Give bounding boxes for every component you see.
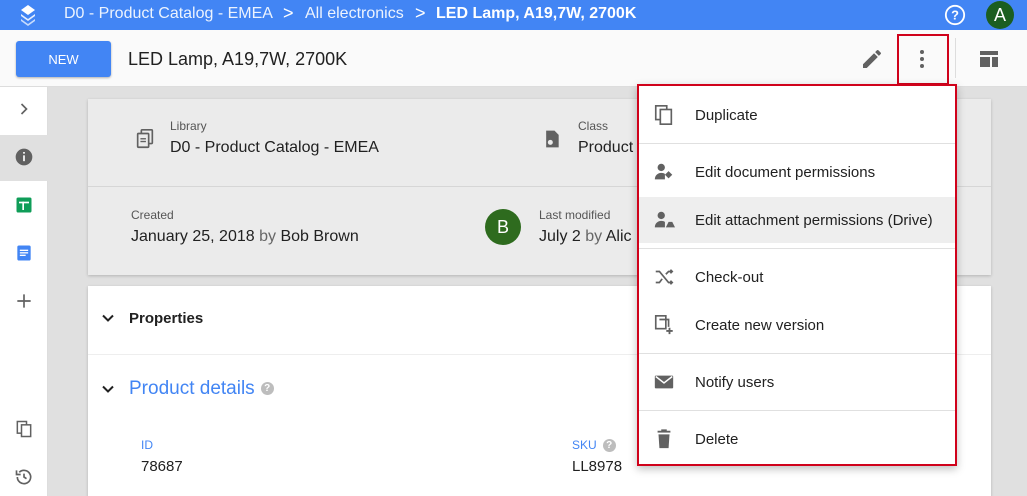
- class-value[interactable]: Product: [578, 139, 633, 157]
- toolbar: NEW LED Lamp, A19,7W, 2700K: [0, 30, 1027, 87]
- info-icon: [15, 148, 33, 166]
- sku-field-value: LL8978: [572, 458, 623, 475]
- edit-pencil-icon[interactable]: [860, 47, 884, 71]
- modified-label: Last modified: [539, 208, 611, 222]
- breadcrumb-separator: >: [283, 3, 294, 23]
- product-details-title[interactable]: Product details?: [129, 378, 274, 400]
- menu-item-edit-attachment-permissions[interactable]: Edit attachment permissions (Drive): [639, 197, 955, 243]
- history-icon: [15, 469, 32, 485]
- properties-title[interactable]: Properties: [129, 310, 203, 327]
- id-field-value: 78687: [141, 458, 183, 475]
- id-field-label: ID: [141, 438, 153, 452]
- rail-add[interactable]: [0, 279, 48, 325]
- menu-item-delete[interactable]: Delete: [639, 416, 955, 462]
- breadcrumb-library[interactable]: D0 - Product Catalog - EMEA: [64, 5, 273, 23]
- menu-divider: [639, 143, 955, 144]
- chevron-down-icon[interactable]: [98, 308, 118, 328]
- person-drive-icon: [654, 211, 675, 228]
- menu-item-check-out[interactable]: Check-out: [639, 254, 955, 300]
- new-button[interactable]: NEW: [16, 41, 111, 77]
- class-icon: [546, 130, 559, 148]
- more-actions-menu: Duplicate Edit document permissions Edit…: [637, 84, 957, 466]
- modifier-avatar: B: [485, 209, 521, 245]
- menu-divider: [639, 410, 955, 411]
- expand-rail-button[interactable]: [0, 87, 48, 133]
- breadcrumb-current: LED Lamp, A19,7W, 2700K: [436, 5, 637, 22]
- menu-item-duplicate[interactable]: Duplicate: [639, 92, 955, 138]
- library-label: Library: [170, 119, 207, 133]
- chevron-down-icon[interactable]: [98, 379, 118, 399]
- help-icon[interactable]: ?: [944, 4, 966, 26]
- mail-icon: [654, 375, 674, 389]
- copy-icon: [16, 420, 32, 438]
- help-icon[interactable]: ?: [602, 439, 616, 453]
- modified-value: July 2 by Alic: [539, 228, 632, 245]
- toolbar-divider: [955, 38, 956, 78]
- sku-field-label: SKU?: [572, 438, 616, 453]
- menu-divider: [639, 248, 955, 249]
- more-button-highlight: [897, 34, 949, 85]
- rail-docs[interactable]: [0, 231, 48, 277]
- breadcrumb-separator: >: [415, 3, 426, 23]
- menu-divider: [639, 353, 955, 354]
- person-key-icon: [654, 163, 673, 180]
- created-label: Created: [131, 208, 174, 222]
- trash-icon: [657, 429, 671, 449]
- rail-sheets[interactable]: [0, 183, 48, 229]
- top-bar: D0 - Product Catalog - EMEA > All electr…: [0, 0, 1027, 30]
- user-avatar[interactable]: A: [986, 1, 1014, 29]
- help-icon[interactable]: ?: [260, 382, 274, 396]
- left-rail: [0, 87, 48, 496]
- chevron-right-icon: [20, 103, 28, 115]
- rail-copies[interactable]: [0, 407, 48, 453]
- document-title: LED Lamp, A19,7W, 2700K: [128, 49, 348, 69]
- menu-item-edit-document-permissions[interactable]: Edit document permissions: [639, 149, 955, 195]
- breadcrumb-folder[interactable]: All electronics: [305, 5, 404, 23]
- rail-info[interactable]: [0, 135, 48, 181]
- library-icon: [136, 129, 154, 149]
- spreadsheet-icon: [16, 197, 32, 213]
- new-version-icon: [654, 315, 673, 335]
- rail-history[interactable]: [0, 455, 48, 496]
- menu-item-create-new-version[interactable]: Create new version: [639, 302, 955, 348]
- plus-icon: [17, 294, 31, 308]
- app-logo-icon[interactable]: [16, 3, 40, 27]
- created-value: January 25, 2018 by Bob Brown: [131, 228, 359, 245]
- library-value[interactable]: D0 - Product Catalog - EMEA: [170, 139, 379, 157]
- layout-panel-icon[interactable]: [977, 47, 1001, 71]
- checkout-icon: [655, 269, 674, 285]
- svg-text:?: ?: [951, 8, 959, 23]
- document-icon: [17, 245, 31, 261]
- menu-item-notify-users[interactable]: Notify users: [639, 359, 955, 405]
- duplicate-icon: [654, 105, 673, 125]
- class-label: Class: [578, 119, 609, 133]
